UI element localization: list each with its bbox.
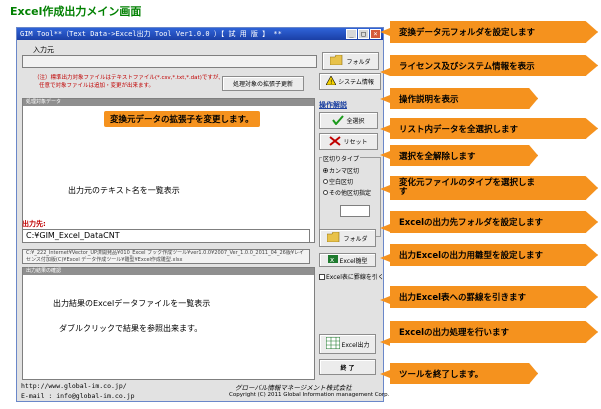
radio-dot-icon: [323, 190, 328, 195]
maximize-button[interactable]: □: [358, 29, 369, 39]
svg-text:!: !: [330, 79, 332, 85]
folder-icon: [327, 231, 341, 244]
source-folder-input[interactable]: [22, 55, 317, 68]
delimiter-group: 区切りタイプ カンマ区切 空白区切 その他区切指定: [319, 154, 381, 237]
callout-arrow-icon: [380, 254, 390, 262]
result-placeholder-2: ダブルクリックで結果を参照出来ます。: [59, 324, 203, 333]
callout-arrow-icon: [380, 28, 390, 36]
output-folder-button[interactable]: フォルダ: [319, 229, 376, 247]
checkmark-icon: [332, 114, 345, 127]
callout-arrow-icon: [380, 370, 390, 378]
callout-arrow-icon: [380, 151, 390, 159]
exit-button[interactable]: 終 了: [319, 359, 376, 375]
reset-button[interactable]: リセット: [319, 133, 378, 150]
template-button[interactable]: x Excel雛型: [319, 253, 376, 267]
folder-icon: [330, 54, 344, 67]
excel-output-label: Excel出力: [341, 341, 370, 349]
warning-icon: !: [325, 75, 337, 87]
radio-comma[interactable]: カンマ区切: [323, 166, 359, 175]
license-callout: ライセンス及びシステム情報を表示: [390, 55, 598, 76]
excel-output-callout: Excelの出力処理を行います: [390, 321, 598, 343]
output-label: 出力先:: [22, 220, 46, 228]
output-folder-callout: Excelの出力先フォルダを設定します: [390, 211, 598, 233]
source-folder-button[interactable]: フォルダ: [322, 52, 379, 70]
cross-icon: [329, 135, 342, 148]
gridline-checkbox[interactable]: Excel表に罫線を引く: [319, 272, 384, 281]
reset-callout: 選択を全解除します: [390, 145, 538, 166]
window-title: GIM Tool**（Text Data->Excel出力 Tool Ver1.…: [20, 30, 282, 38]
excel-grid-icon: [325, 336, 341, 351]
exit-callout: ツールを終了します。: [390, 363, 538, 384]
footer-url[interactable]: http://www.global-im.co.jp/: [21, 382, 127, 390]
data-list-placeholder: 出力元のテキスト名を一覧表示: [68, 186, 180, 195]
app-window: GIM Tool**（Text Data->Excel出力 Tool Ver1.…: [16, 27, 389, 402]
system-info-label: システム情報: [338, 79, 374, 86]
source-folder-label: 入力元: [33, 46, 54, 54]
excel-icon: x: [327, 255, 338, 265]
window-controls: _ □ ×: [346, 29, 381, 39]
callout-arrow-icon: [380, 338, 390, 346]
result-list[interactable]: 出力結果の確認 出力結果のExcelデータファイルを一覧表示 ダブルクリックで結…: [22, 267, 315, 380]
radio-dot-icon: [323, 179, 328, 184]
callout-arrow-icon: [380, 125, 390, 133]
extension-update-button[interactable]: 処理対象の拡張子更新: [222, 76, 304, 91]
svg-text:x: x: [330, 256, 334, 263]
callout-arrow-icon: [380, 95, 390, 103]
custom-delimiter-input[interactable]: [340, 205, 370, 217]
data-list-header: 処理対象データ: [23, 99, 314, 106]
output-folder-input[interactable]: C:¥GIM_Excel_DataCNT: [22, 229, 310, 243]
template-callout: 出力Excelの出力用雛型を設定します: [390, 244, 598, 266]
radio-dot-icon: [323, 168, 328, 173]
page-title: Excel作成出力メイン画面: [10, 5, 142, 18]
radio-other[interactable]: その他区切指定: [323, 188, 371, 197]
select-all-label: 全選択: [346, 118, 365, 125]
result-list-header: 出力結果の確認: [23, 268, 314, 275]
delimiter-group-title: 区切りタイプ: [322, 154, 361, 163]
excel-output-button[interactable]: Excel出力: [319, 334, 376, 354]
template-path[interactable]: C:¥_222_Internet¥Vector_UP済開発品¥010_Excel…: [22, 249, 310, 264]
callout-arrow-icon: [380, 185, 390, 193]
source-folder-callout: 変換データ元フォルダを設定します: [390, 21, 598, 43]
manual-link[interactable]: 操作解説: [319, 100, 347, 110]
footer-email[interactable]: E-mail : info@global-im.co.jp: [21, 392, 135, 400]
source-folder-button-label: フォルダ: [346, 58, 371, 66]
radio-space[interactable]: 空白区切: [323, 177, 353, 186]
checkbox-box: [319, 273, 325, 280]
radio-other-label: その他区切指定: [329, 190, 372, 197]
minimize-button[interactable]: _: [346, 29, 357, 39]
footer-copyright: Copyright (C) 2011 Global Information ma…: [229, 392, 390, 398]
extension-callout: 変換元データの拡張子を変更します。: [104, 111, 260, 127]
note-line-2: 任意で対象ファイルは追加・変更が出来ます。: [39, 83, 154, 89]
callout-arrow-icon: [380, 224, 390, 232]
template-button-label: Excel雛型: [339, 257, 368, 265]
callout-arrow-icon: [380, 296, 390, 304]
file-type-callout: 変化元ファイルのタイプを選択しま す: [390, 176, 598, 200]
footer-company: グローバル情報マネージメント株式会社: [235, 384, 352, 392]
callout-arrow-icon: [380, 68, 390, 76]
reset-label: リセット: [343, 139, 368, 146]
result-placeholder-1: 出力結果のExcelデータファイルを一覧表示: [53, 299, 211, 308]
manual-callout: 操作説明を表示: [390, 88, 538, 109]
output-folder-button-label: フォルダ: [343, 235, 368, 243]
gridlines-callout: 出力Excel表への罫線を引きます: [390, 286, 598, 308]
system-info-button[interactable]: ! システム情報: [319, 73, 381, 90]
radio-space-label: 空白区切: [329, 179, 354, 186]
radio-comma-label: カンマ区切: [329, 168, 360, 175]
gridline-checkbox-label: Excel表に罫線を引く: [326, 274, 384, 281]
window-titlebar: GIM Tool**（Text Data->Excel出力 Tool Ver1.…: [17, 28, 383, 40]
select-all-callout: リスト内データを全選択します: [390, 118, 598, 139]
select-all-button[interactable]: 全選択: [319, 112, 378, 129]
note-line-1: （注）標準出力対象ファイルはテキストファイル(*.csv,*.txt,*.dat…: [34, 75, 224, 81]
